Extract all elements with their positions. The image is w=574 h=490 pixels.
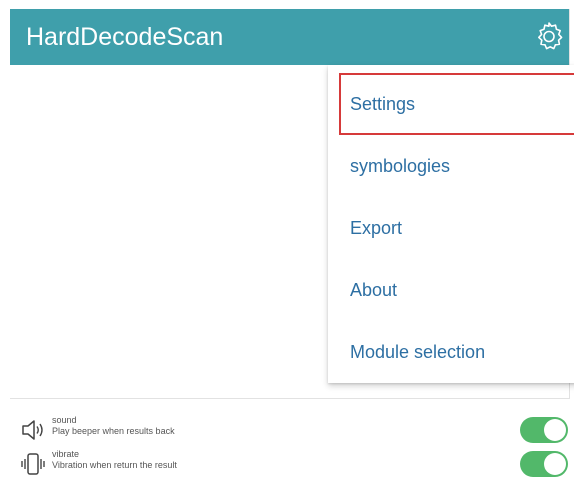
- setting-row-vibrate[interactable]: vibrate Vibration when return the result: [0, 447, 574, 487]
- toggle-knob: [544, 453, 566, 475]
- sound-toggle[interactable]: [520, 417, 568, 443]
- settings-gear-button[interactable]: [531, 17, 567, 55]
- vibrate-phone-icon: [21, 453, 45, 475]
- speaker-icon: [22, 420, 43, 440]
- gear-icon: [538, 22, 563, 50]
- menu-item-export[interactable]: Export: [328, 197, 574, 259]
- menu-item-settings[interactable]: Settings: [339, 73, 574, 135]
- app-window: HardDecodeScan Settings symbologies Expo…: [10, 9, 574, 399]
- settings-list: sound Play beeper when results back vibr…: [0, 405, 574, 490]
- menu-item-module-selection[interactable]: Module selection: [328, 321, 574, 383]
- setting-desc-vibrate: Vibration when return the result: [52, 460, 177, 470]
- overflow-menu: Settings symbologies Export About Module…: [328, 65, 574, 383]
- app-bar: HardDecodeScan: [10, 9, 569, 65]
- vibrate-toggle[interactable]: [520, 451, 568, 477]
- app-title: HardDecodeScan: [26, 23, 224, 51]
- setting-title-sound: sound: [52, 415, 77, 425]
- setting-title-vibrate: vibrate: [52, 449, 80, 459]
- setting-desc-sound: Play beeper when results back: [52, 426, 175, 436]
- menu-item-about[interactable]: About: [328, 259, 574, 321]
- toggle-knob: [544, 419, 566, 441]
- menu-item-symbologies[interactable]: symbologies: [328, 135, 574, 197]
